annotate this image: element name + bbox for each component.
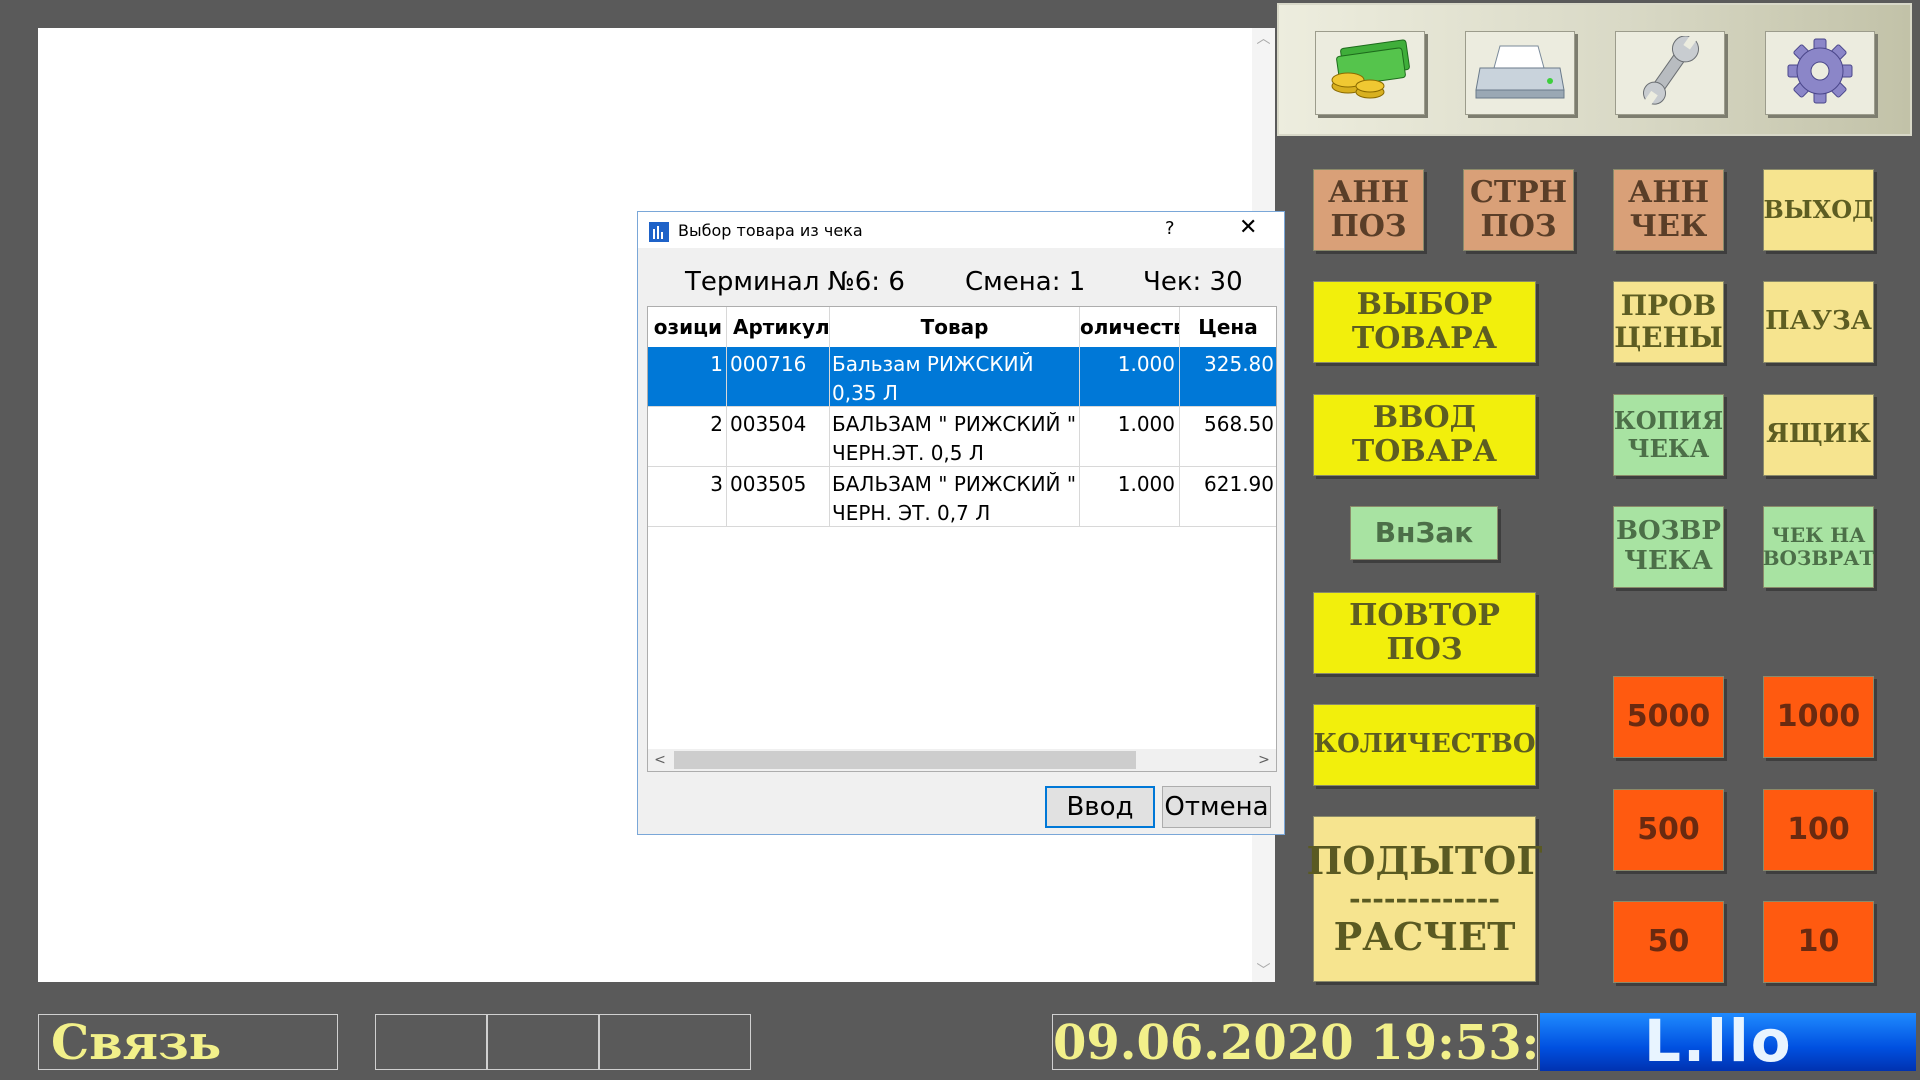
table-row[interactable]: 3 003505 БАЛЬЗАМ " РИЖСКИЙ " ЧЕРН. ЭТ. 0… (648, 467, 1276, 527)
scroll-down-icon[interactable]: ﹀ (1252, 960, 1275, 982)
denomination-500-button[interactable]: 500 (1613, 789, 1724, 871)
status-cell-2 (487, 1014, 599, 1070)
connection-status: Связь (38, 1014, 338, 1070)
drawer-button[interactable]: ЯЩИК (1763, 394, 1874, 476)
payment-label: РАСЧЕТ (1333, 914, 1516, 960)
close-icon[interactable]: ✕ (1239, 215, 1257, 240)
denomination-50-button[interactable]: 50 (1613, 901, 1724, 983)
scroll-thumb[interactable] (674, 751, 1136, 769)
cell-price: 325.80 (1204, 352, 1274, 376)
cell-position: 1 (710, 352, 723, 376)
money-icon (1322, 36, 1418, 111)
cell-quantity: 1.000 (1117, 472, 1175, 496)
check-label: Чек: 30 (1143, 267, 1243, 297)
select-item-button[interactable]: ВЫБОР ТОВАРА (1313, 281, 1536, 363)
printer-button[interactable] (1465, 31, 1575, 115)
ann-poz-button[interactable]: АНН ПОЗ (1313, 169, 1424, 251)
denomination-10-button[interactable]: 10 (1763, 901, 1874, 983)
scroll-up-icon[interactable]: ︿ (1252, 28, 1275, 50)
denomination-1000-button[interactable]: 1000 (1763, 676, 1874, 758)
column-header-item[interactable]: Товар (830, 307, 1079, 347)
app-logo: L.llo (1540, 1013, 1916, 1071)
cell-quantity: 1.000 (1117, 352, 1175, 376)
column-header-article[interactable]: Артикул (727, 307, 829, 347)
logo-text: L.llo (1644, 1013, 1793, 1071)
cell-position: 3 (710, 472, 723, 496)
subtotal-divider: ------------- (1348, 881, 1501, 915)
status-cell-1 (375, 1014, 487, 1070)
dialog-titlebar: Выбор товара из чека ? ✕ (638, 212, 1284, 248)
pause-button[interactable]: ПАУЗА (1763, 281, 1874, 363)
wrench-icon (1622, 34, 1718, 111)
exit-button[interactable]: ВЫХОД (1763, 169, 1874, 251)
ok-button[interactable]: Ввод (1045, 786, 1155, 828)
dialog-title: Выбор товара из чека (678, 221, 863, 240)
status-cell-3 (599, 1014, 751, 1070)
datetime-display: 09.06.2020 19:53:29 (1052, 1014, 1538, 1070)
cell-item: БАЛЬЗАМ " РИЖСКИЙ " ЧЕРН.ЭТ. 0,5 Л (832, 412, 1077, 465)
cell-quantity: 1.000 (1117, 412, 1175, 436)
strn-poz-button[interactable]: СТРН ПОЗ (1463, 169, 1574, 251)
cell-article: 003505 (730, 472, 807, 496)
table-horizontal-scrollbar[interactable]: < > (648, 749, 1276, 771)
enter-item-button[interactable]: ВВОД ТОВАРА (1313, 394, 1536, 476)
receipt-for-return-button[interactable]: ЧЕК НА ВОЗВРАТ (1763, 506, 1874, 588)
table-row[interactable]: 2 003504 БАЛЬЗАМ " РИЖСКИЙ " ЧЕРН.ЭТ. 0,… (648, 407, 1276, 467)
column-header-position[interactable]: озици (648, 307, 726, 347)
subtotal-payment-button[interactable]: ПОДЫТОГ ------------- РАСЧЕТ (1306, 816, 1543, 982)
scroll-right-icon[interactable]: > (1252, 749, 1276, 771)
tool-panel (1277, 3, 1912, 136)
vnzak-button[interactable]: ВнЗак (1350, 506, 1498, 560)
printer-icon (1472, 36, 1568, 111)
settings-button[interactable] (1765, 31, 1875, 115)
cell-price: 568.50 (1204, 412, 1274, 436)
column-header-price[interactable]: Цена (1180, 307, 1276, 347)
help-icon[interactable]: ? (1165, 218, 1175, 239)
column-header-quantity[interactable]: оличеств (1080, 307, 1179, 347)
subtotal-label: ПОДЫТОГ (1306, 838, 1543, 884)
gear-icon (1772, 36, 1868, 111)
ann-chek-button[interactable]: АНН ЧЕК (1613, 169, 1724, 251)
denomination-5000-button[interactable]: 5000 (1613, 676, 1724, 758)
repeat-position-button[interactable]: ПОВТОР ПОЗ (1313, 592, 1536, 674)
items-table: озици Артикул Товар оличеств Цена 1 0007… (647, 306, 1277, 772)
shift-label: Смена: 1 (965, 267, 1086, 297)
app-icon (649, 222, 669, 242)
denomination-100-button[interactable]: 100 (1763, 789, 1874, 871)
cell-item: БАЛЬЗАМ " РИЖСКИЙ " ЧЕРН. ЭТ. 0,7 Л (832, 472, 1077, 525)
cell-article: 000716 (730, 352, 807, 376)
scroll-left-icon[interactable]: < (648, 749, 672, 771)
money-button[interactable] (1315, 31, 1425, 115)
price-check-button[interactable]: ПРОВ ЦЕНЫ (1613, 281, 1724, 363)
cell-item: Бальзам РИЖСКИЙ 0,35 Л (832, 352, 1034, 405)
quantity-button[interactable]: КОЛИЧЕСТВО (1313, 704, 1536, 786)
terminal-label: Терминал №6: 6 (685, 267, 905, 297)
wrench-button[interactable] (1615, 31, 1725, 115)
return-receipt-button[interactable]: ВОЗВР ЧЕКА (1613, 506, 1724, 588)
select-item-dialog: Выбор товара из чека ? ✕ Терминал №6: 6 … (637, 211, 1285, 835)
cancel-button[interactable]: Отмена (1162, 786, 1271, 828)
cell-position: 2 (710, 412, 723, 436)
cell-article: 003504 (730, 412, 807, 436)
receipt-copy-button[interactable]: КОПИЯ ЧЕКА (1613, 394, 1724, 476)
cell-price: 621.90 (1204, 472, 1274, 496)
table-row[interactable]: 1 000716 Бальзам РИЖСКИЙ 0,35 Л 1.000 32… (648, 347, 1276, 407)
